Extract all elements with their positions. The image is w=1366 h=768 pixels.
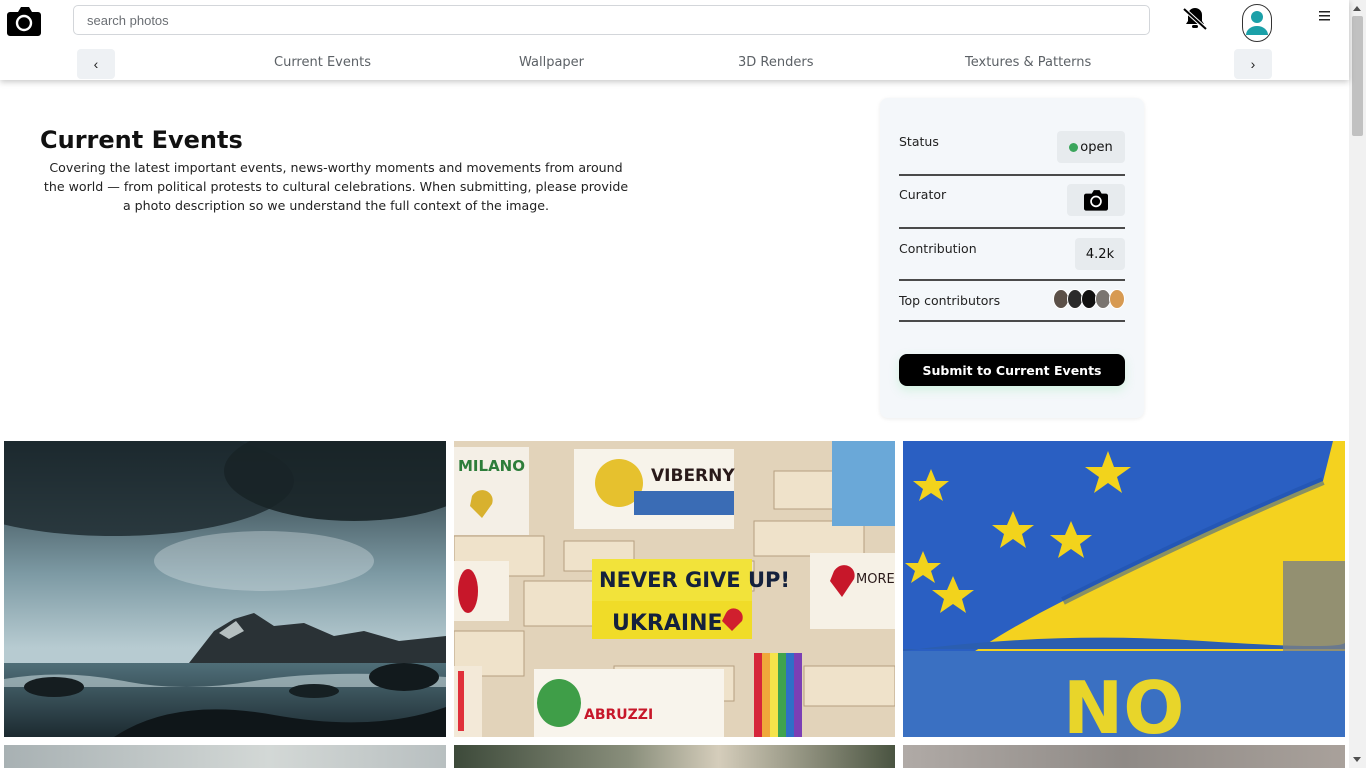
status-value: open — [1080, 139, 1113, 155]
status-badge: open — [1057, 131, 1125, 163]
search-input[interactable] — [73, 5, 1150, 35]
status-label: Status — [899, 134, 939, 149]
eu-ukraine-flags-photo: NO — [903, 441, 1345, 737]
stormy-coast-photo — [4, 441, 446, 737]
chevron-right-icon: › — [1250, 56, 1256, 72]
scroll-up-arrow-icon[interactable] — [1353, 6, 1361, 11]
top-contributors-avatars[interactable] — [1053, 289, 1125, 309]
painted-blocks-photo: MILANO VIBERNY NEVER GIVE UP! UKRAINE MO… — [454, 441, 895, 737]
top-contributors-label: Top contributors — [899, 293, 1001, 308]
topic-info-card: Status open Curator Contribution 4.2k To… — [880, 98, 1144, 418]
camera-icon — [1084, 190, 1108, 211]
scrollbar-thumb[interactable] — [1352, 16, 1363, 136]
photo-thumbnail — [903, 745, 1345, 768]
page-scrollbar[interactable] — [1349, 0, 1366, 768]
block-text: NEVER GIVE UP! — [599, 568, 790, 592]
photo-card[interactable] — [4, 441, 446, 737]
curator-row: Curator — [899, 174, 1125, 229]
status-row: Status open — [899, 126, 1125, 176]
status-dot-icon — [1069, 142, 1079, 152]
block-text: MILANO — [458, 457, 525, 475]
photo-card[interactable] — [4, 745, 446, 768]
submit-button[interactable]: Submit to Current Events — [899, 354, 1125, 386]
curator-avatar[interactable] — [1067, 184, 1125, 216]
scroll-down-arrow-icon[interactable] — [1353, 757, 1361, 762]
top-contributors-row: Top contributors — [899, 279, 1125, 322]
page-title: Current Events — [40, 126, 243, 154]
contribution-row: Contribution 4.2k — [899, 227, 1125, 281]
topic-description: Covering the latest important events, ne… — [43, 160, 629, 213]
contribution-label: Contribution — [899, 241, 977, 256]
user-avatar-icon[interactable] — [1242, 4, 1272, 42]
hamburger-menu-icon[interactable] — [1318, 9, 1332, 23]
next-category-button[interactable]: › — [1234, 49, 1272, 79]
bell-off-icon[interactable] — [1181, 6, 1209, 32]
photo-thumbnail — [454, 745, 895, 768]
chevron-left-icon: ‹ — [93, 56, 99, 72]
block-text: MORE LOVE — [856, 572, 895, 587]
contribution-count: 4.2k — [1075, 238, 1125, 270]
photo-card[interactable]: NO — [903, 441, 1345, 737]
top-header: ‹ Current Events Wallpaper 3D Renders Te… — [0, 0, 1349, 80]
category-3d-renders[interactable]: 3D Renders — [738, 55, 813, 70]
category-textures-patterns[interactable]: Textures & Patterns — [965, 55, 1091, 70]
contributor-avatar[interactable] — [1109, 289, 1125, 309]
category-current-events[interactable]: Current Events — [274, 55, 371, 70]
camera-icon[interactable] — [6, 4, 42, 38]
curator-label: Curator — [899, 187, 947, 202]
category-wallpaper[interactable]: Wallpaper — [519, 55, 584, 70]
block-text: UKRAINE — [612, 611, 723, 636]
photo-card[interactable] — [903, 745, 1345, 768]
photo-card[interactable] — [454, 745, 895, 768]
block-text: ABRUZZI — [584, 707, 653, 723]
contribution-value: 4.2k — [1085, 246, 1115, 262]
sign-text: NO — [1063, 666, 1184, 737]
previous-category-button[interactable]: ‹ — [77, 49, 115, 79]
block-text: VIBERNY — [651, 466, 735, 486]
photo-card[interactable]: MILANO VIBERNY NEVER GIVE UP! UKRAINE MO… — [454, 441, 895, 737]
photo-thumbnail — [4, 745, 446, 768]
